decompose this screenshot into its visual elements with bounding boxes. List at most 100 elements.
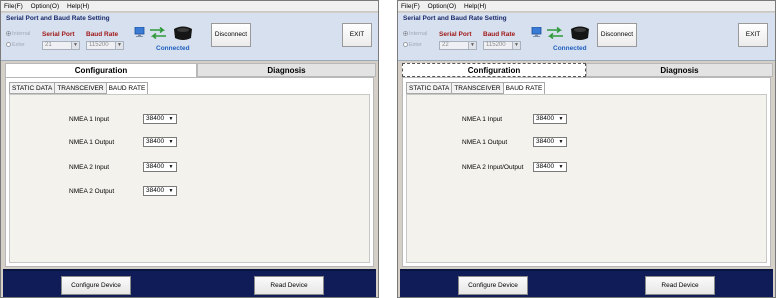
baud-rate-label: Baud Rate (86, 31, 119, 38)
computer-icon (134, 27, 145, 37)
port-settings-title: Serial Port and Baud Rate Setting (6, 15, 110, 22)
chevron-down-icon: ▼ (558, 164, 564, 170)
baud-rate-pane: NMEA 1 Input 38400 ▼ NMEA 1 Output 38400… (9, 94, 370, 263)
subtab-static-data[interactable]: STATIC DATA (9, 82, 56, 94)
configure-device-button[interactable]: Configure Device (458, 276, 528, 295)
radio-dot-icon (6, 42, 11, 48)
subtab-transceiver[interactable]: TRANSCEIVER (54, 82, 107, 94)
nmea1-input-value: 38400 (536, 115, 555, 122)
nmea1-output-label: NMEA 1 Output (69, 139, 115, 146)
nmea1-input-select[interactable]: 38400 ▼ (143, 114, 177, 124)
nmea2-output-value: 38400 (146, 187, 165, 194)
chevron-down-icon: ▼ (558, 139, 564, 145)
device-icon (571, 26, 589, 40)
chevron-down-icon: ▼ (168, 139, 174, 145)
serial-port-value: 21 (45, 42, 52, 48)
connection-arrows-icon (547, 27, 563, 39)
nmea2-input-output-label: NMEA 2 Input/Output (462, 164, 524, 171)
nmea1-output-select[interactable]: 38400 ▼ (533, 137, 567, 147)
subtab-transceiver[interactable]: TRANSCEIVER (451, 82, 504, 94)
menu-help[interactable]: Help(H) (464, 3, 486, 10)
nmea2-output-label: NMEA 2 Output (69, 188, 115, 195)
chevron-down-icon: ▼ (115, 42, 123, 49)
nmea1-output-value: 38400 (536, 138, 555, 145)
baud-rate-label: Baud Rate (483, 31, 516, 38)
tab-diagnosis[interactable]: Diagnosis (197, 63, 376, 77)
radio-dot-icon (403, 42, 408, 48)
baud-rate-select[interactable]: 115200 ▼ (483, 41, 521, 50)
port-settings-title: Serial Port and Baud Rate Setting (403, 15, 507, 22)
disconnect-button[interactable]: Disconnect (211, 23, 251, 47)
nmea2-input-label: NMEA 2 Input (69, 164, 110, 171)
nmea1-output-select[interactable]: 38400 ▼ (143, 137, 177, 147)
chevron-down-icon: ▼ (71, 42, 79, 49)
radio-dot-icon (403, 31, 408, 37)
connection-panel: Serial Port and Baud Rate Setting Intern… (398, 13, 775, 61)
menu-help[interactable]: Help(H) (67, 3, 89, 10)
radio-internal[interactable]: Internal (403, 31, 427, 37)
baud-rate-select[interactable]: 115200 ▼ (86, 41, 124, 50)
read-device-button[interactable]: Read Device (254, 276, 324, 295)
configuration-panel: STATIC DATA TRANSCEIVER BAUD RATE NMEA 1 I… (5, 77, 374, 267)
serial-port-label: Serial Port (439, 31, 472, 38)
baud-rate-value: 115200 (486, 42, 506, 48)
configure-device-button[interactable]: Configure Device (61, 276, 131, 295)
main-tabs: Configuration Diagnosis (402, 63, 773, 77)
radio-external[interactable]: Exter (403, 42, 422, 48)
configuration-panel: STATIC DATA TRANSCEIVER BAUD RATE NMEA 1 I… (402, 77, 771, 267)
nmea1-output-label: NMEA 1 Output (462, 139, 508, 146)
tab-diagnosis[interactable]: Diagnosis (586, 63, 773, 77)
exit-button[interactable]: EXIT (342, 23, 372, 47)
nmea1-input-label: NMEA 1 Input (462, 116, 503, 123)
connection-status: Connected (156, 45, 190, 52)
menu-file[interactable]: File(F) (4, 3, 23, 10)
chevron-down-icon: ▼ (512, 42, 520, 49)
read-device-button[interactable]: Read Device (645, 276, 715, 295)
nmea2-input-output-select[interactable]: 38400 ▼ (533, 162, 567, 172)
action-bar: Configure Device Read Device (400, 269, 773, 297)
nmea2-input-select[interactable]: 38400 ▼ (143, 162, 177, 172)
radio-dot-icon (6, 31, 11, 37)
computer-icon (531, 27, 542, 37)
exit-button[interactable]: EXIT (738, 23, 768, 47)
menu-option[interactable]: Option(O) (31, 3, 60, 10)
nmea1-input-select[interactable]: 38400 ▼ (533, 114, 567, 124)
nmea1-input-label: NMEA 1 Input (69, 116, 110, 123)
subtab-static-data[interactable]: STATIC DATA (406, 82, 453, 94)
action-bar: Configure Device Read Device (3, 269, 376, 297)
chevron-down-icon: ▼ (468, 42, 476, 49)
nmea1-output-value: 38400 (146, 138, 165, 145)
baud-rate-pane: NMEA 1 Input 38400 ▼ NMEA 1 Output 38400… (406, 94, 767, 263)
nmea2-output-select[interactable]: 38400 ▼ (143, 186, 177, 196)
chevron-down-icon: ▼ (168, 116, 174, 122)
connection-status: Connected (553, 45, 587, 52)
menu-file[interactable]: File(F) (401, 3, 420, 10)
chevron-down-icon: ▼ (558, 116, 564, 122)
connection-panel: Serial Port and Baud Rate Setting Intern… (1, 13, 378, 61)
serial-port-select[interactable]: 22 ▼ (439, 41, 477, 50)
chevron-down-icon: ▼ (168, 164, 174, 170)
chevron-down-icon: ▼ (168, 188, 174, 194)
tab-configuration[interactable]: Configuration (402, 63, 586, 77)
tab-configuration[interactable]: Configuration (5, 63, 197, 77)
nmea2-input-value: 38400 (146, 163, 165, 170)
menu-option[interactable]: Option(O) (428, 3, 457, 10)
serial-port-label: Serial Port (42, 31, 75, 38)
device-window-right: File(F) Option(O) Help(H) Serial Port an… (397, 0, 776, 298)
serial-port-select[interactable]: 21 ▼ (42, 41, 80, 50)
serial-port-value: 22 (442, 42, 449, 48)
menu-bar: File(F) Option(O) Help(H) (398, 1, 775, 12)
nmea1-input-value: 38400 (146, 115, 165, 122)
radio-internal[interactable]: Internal (6, 31, 30, 37)
main-tabs: Configuration Diagnosis (5, 63, 376, 77)
radio-external[interactable]: Exter (6, 42, 25, 48)
config-subtabs: STATIC DATA TRANSCEIVER BAUD RATE (406, 82, 546, 95)
connection-arrows-icon (150, 27, 166, 39)
menu-bar: File(F) Option(O) Help(H) (1, 1, 378, 12)
disconnect-button[interactable]: Disconnect (597, 23, 637, 47)
baud-rate-value: 115200 (89, 42, 109, 48)
config-subtabs: STATIC DATA TRANSCEIVER BAUD RATE (9, 82, 149, 95)
nmea2-input-output-value: 38400 (536, 163, 555, 170)
device-icon (174, 26, 192, 40)
device-window-left: File(F) Option(O) Help(H) Serial Port an… (0, 0, 379, 298)
